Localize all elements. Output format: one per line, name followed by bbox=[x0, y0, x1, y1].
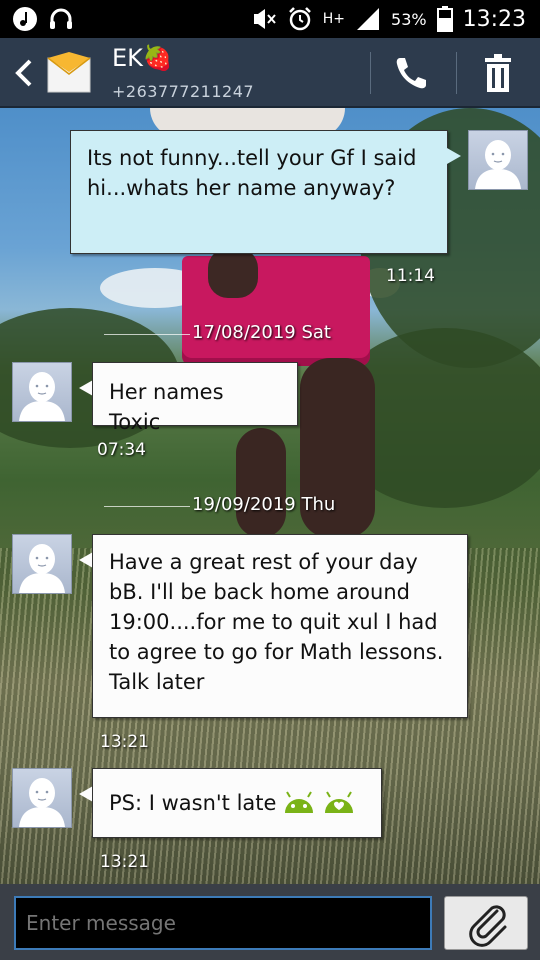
message-time: 11:14 bbox=[386, 266, 435, 286]
composer-bar bbox=[0, 884, 540, 960]
contact-number: +263777211247 bbox=[112, 82, 255, 101]
message-time: 07:34 bbox=[97, 440, 146, 460]
background-leg bbox=[236, 428, 286, 538]
date-separator: 17/08/2019 Sat bbox=[0, 322, 540, 346]
attach-button[interactable] bbox=[444, 896, 528, 950]
message-bubble-incoming[interactable]: Have a great rest of your day bB. I'll b… bbox=[92, 534, 468, 718]
person-placeholder-icon bbox=[19, 778, 65, 827]
date-label: 17/08/2019 Sat bbox=[192, 322, 331, 343]
separator-line bbox=[104, 334, 190, 335]
contact-name: EK🍓 bbox=[112, 44, 173, 72]
battery-percent: 53% bbox=[391, 9, 427, 29]
message-text: Its not funny...tell your Gf I said hi..… bbox=[87, 146, 417, 200]
envelope-icon[interactable] bbox=[46, 48, 92, 96]
message-bubble-incoming[interactable]: Her names Toxic bbox=[92, 362, 298, 434]
headset-icon bbox=[50, 8, 72, 29]
message-time: 13:21 bbox=[100, 852, 149, 872]
signal-icon bbox=[357, 8, 380, 30]
android-icon bbox=[285, 791, 314, 813]
android-heart-icon bbox=[325, 791, 354, 813]
alarm-icon bbox=[288, 7, 311, 31]
message-thread[interactable]: Its not funny...tell your Gf I said hi..… bbox=[0, 108, 540, 884]
bubble-tail bbox=[447, 148, 461, 164]
bubble-tail bbox=[79, 552, 93, 568]
avatar[interactable] bbox=[468, 130, 528, 190]
trash-icon[interactable] bbox=[476, 52, 520, 94]
network-type: H+ bbox=[322, 11, 346, 27]
music-icon bbox=[13, 7, 37, 31]
status-bar: H+ 53% 13:23 bbox=[0, 0, 540, 38]
message-text: Her names Toxic bbox=[109, 380, 224, 434]
battery-icon bbox=[436, 6, 453, 32]
separator-line bbox=[104, 506, 190, 507]
paperclip-icon bbox=[469, 905, 507, 947]
background-hand bbox=[208, 248, 258, 298]
divider bbox=[370, 52, 371, 94]
message-text: Have a great rest of your day bB. I'll b… bbox=[109, 550, 444, 694]
avatar[interactable] bbox=[12, 534, 72, 594]
conversation-header: EK🍓 +263777211247 bbox=[0, 38, 540, 108]
message-bubble-incoming[interactable]: PS: I wasn't late bbox=[92, 768, 382, 838]
person-placeholder-icon bbox=[19, 544, 65, 593]
date-label: 19/09/2019 Thu bbox=[192, 494, 336, 515]
message-time: 13:21 bbox=[100, 732, 149, 752]
status-time: 13:23 bbox=[462, 6, 526, 32]
message-text: PS: I wasn't late bbox=[109, 791, 277, 815]
divider bbox=[456, 52, 457, 94]
message-bubble-outgoing[interactable]: Its not funny...tell your Gf I said hi..… bbox=[70, 130, 448, 254]
bubble-tail bbox=[79, 380, 93, 396]
message-input[interactable] bbox=[14, 896, 432, 950]
mute-icon bbox=[253, 9, 276, 29]
bubble-tail bbox=[79, 786, 93, 802]
back-icon[interactable] bbox=[8, 56, 40, 90]
avatar[interactable] bbox=[12, 362, 72, 422]
person-placeholder-icon bbox=[475, 140, 521, 189]
phone-icon[interactable] bbox=[390, 52, 434, 94]
person-placeholder-icon bbox=[19, 372, 65, 421]
date-separator: 19/09/2019 Thu bbox=[0, 494, 540, 518]
avatar[interactable] bbox=[12, 768, 72, 828]
